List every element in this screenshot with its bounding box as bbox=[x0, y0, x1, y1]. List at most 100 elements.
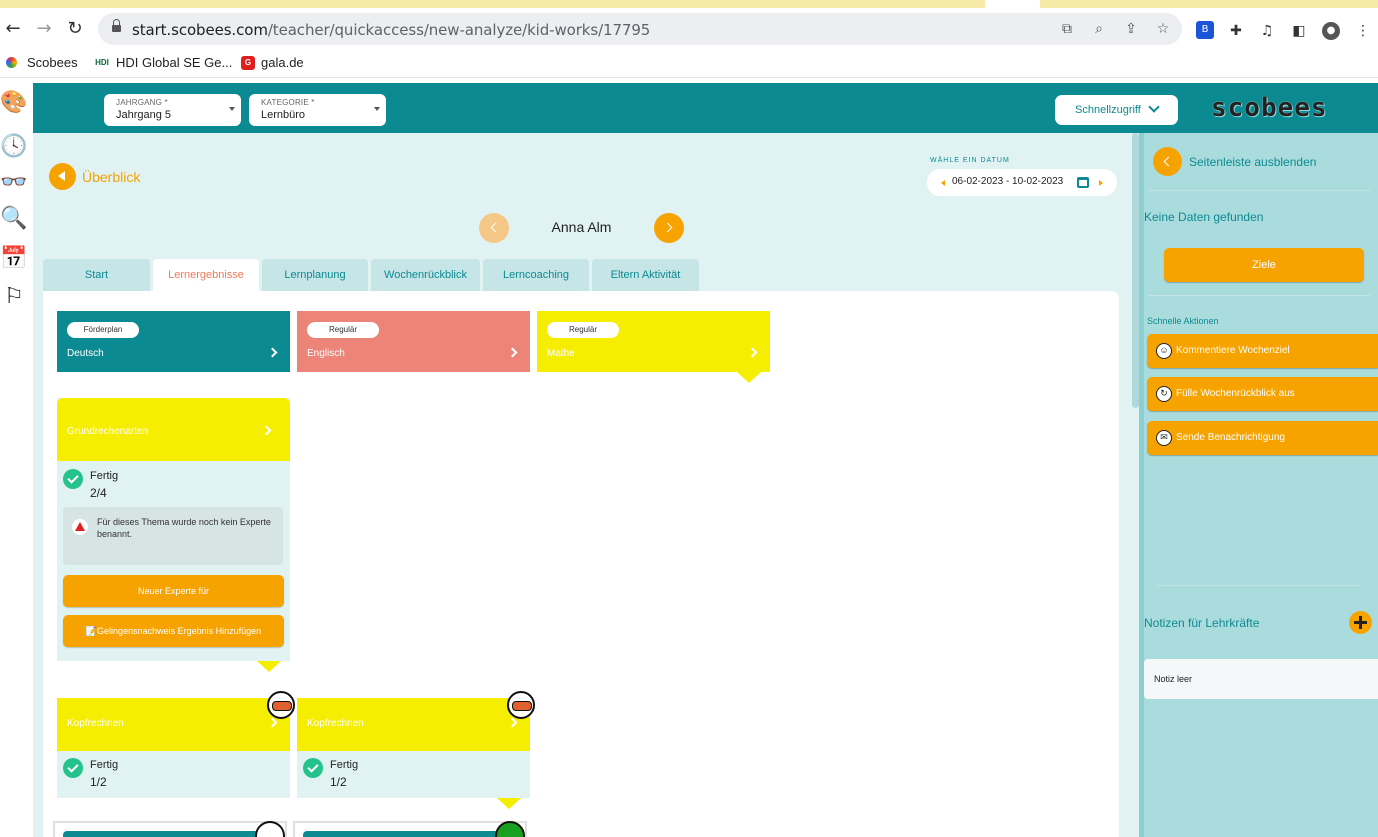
scrollbar-thumb[interactable] bbox=[1132, 133, 1139, 408]
date-picker[interactable]: 06-02-2023 - 10-02-2023 bbox=[927, 169, 1117, 196]
subtopic-card-2: Kopfrechnen Fertig 1/2 bbox=[297, 698, 530, 798]
url-host: start.scobees.com bbox=[132, 21, 268, 39]
active-tab[interactable] bbox=[985, 0, 1040, 8]
subject-card-englisch[interactable]: Regulär Englisch bbox=[297, 311, 530, 372]
menu-dots-icon[interactable]: ⋮ bbox=[1354, 22, 1372, 40]
subtopic-card-1: Kopfrechnen Fertig 1/2 bbox=[57, 698, 290, 798]
chevron-right-icon bbox=[507, 347, 518, 358]
flag-icon[interactable]: ⚐ bbox=[0, 283, 28, 311]
teacher-notes-title: Notizen für Lehrkräfte bbox=[1144, 616, 1260, 630]
expert-badge-icon[interactable] bbox=[267, 691, 295, 719]
next-week-icon[interactable] bbox=[1099, 180, 1103, 186]
back-label[interactable]: Überblick bbox=[82, 169, 140, 185]
add-result-button[interactable]: 📝Gelingensnachweis Ergebnis Hinzufügen bbox=[63, 615, 284, 647]
results-panel: Förderplan Deutsch Regulär Englisch Regu… bbox=[43, 291, 1119, 837]
chevron-right-icon bbox=[507, 717, 518, 728]
quick-access-label: Schnellzugriff bbox=[1075, 104, 1141, 116]
media-icon[interactable]: ♫ bbox=[1258, 22, 1276, 40]
tab-lernplanung[interactable]: Lernplanung bbox=[262, 259, 368, 291]
subject-type-pill: Förderplan bbox=[67, 322, 139, 338]
chevron-down-icon bbox=[1148, 101, 1160, 113]
quick-action-send-notification[interactable]: ✉ Sende Benachrichtigung bbox=[1147, 421, 1378, 455]
scobees-favicon bbox=[6, 57, 17, 68]
extension-icon[interactable]: B bbox=[1196, 21, 1214, 39]
quick-action-label: Sende Benachrichtigung bbox=[1176, 432, 1285, 443]
check-circle-icon bbox=[63, 758, 83, 778]
sidepanel-icon[interactable]: ◧ bbox=[1290, 22, 1308, 40]
divider bbox=[1157, 585, 1361, 586]
forward-arrow-icon[interactable]: → bbox=[33, 18, 55, 40]
scobees-logo: scobees bbox=[1211, 93, 1328, 123]
warning-icon bbox=[72, 519, 88, 535]
new-expert-button[interactable]: Neuer Experte für bbox=[63, 575, 284, 607]
warning-text: Für dieses Thema wurde noch kein Experte… bbox=[97, 517, 271, 539]
status-label: Fertig bbox=[90, 470, 119, 482]
calendar-icon[interactable] bbox=[1077, 177, 1089, 188]
tab-wochenrueckblick[interactable]: Wochenrückblick bbox=[371, 259, 480, 291]
selected-notch bbox=[737, 372, 761, 383]
quick-actions-title: Schnelle Aktionen bbox=[1147, 316, 1219, 326]
open-external-icon[interactable]: ⧉ bbox=[1058, 20, 1076, 38]
profile-avatar[interactable]: ● bbox=[1322, 22, 1340, 40]
bookmark-label: Scobees bbox=[27, 55, 78, 70]
progress-count: 1/2 bbox=[330, 775, 347, 789]
reload-icon[interactable]: ↻ bbox=[64, 18, 86, 40]
tab-start[interactable]: Start bbox=[43, 259, 150, 291]
main-content: Überblick WÄHLE EIN DATUM 06-02-2023 - 1… bbox=[33, 133, 1139, 837]
back-arrow-icon[interactable]: ← bbox=[2, 18, 24, 40]
puzzle-icon[interactable]: ✚ bbox=[1227, 22, 1245, 40]
goals-button[interactable]: Ziele bbox=[1164, 248, 1364, 282]
subject-card-mathe[interactable]: Regulär Mathe bbox=[537, 311, 770, 383]
select-value: Lernbüro bbox=[261, 109, 306, 121]
prev-week-icon[interactable] bbox=[941, 180, 945, 186]
chevron-right-icon bbox=[267, 717, 278, 728]
quick-access-button[interactable]: Schnellzugriff bbox=[1055, 95, 1178, 125]
palette-icon[interactable]: 🎨 bbox=[0, 89, 28, 117]
share-icon[interactable]: ⇪ bbox=[1122, 20, 1140, 38]
bookmark-scobees[interactable]: Scobees bbox=[6, 55, 78, 70]
url-path: /teacher/quickaccess/new-analyze/kid-wor… bbox=[267, 21, 651, 39]
kategorie-select[interactable]: KATEGORIE * Lernbüro bbox=[249, 94, 386, 126]
calendar-icon[interactable]: 📅 bbox=[0, 245, 28, 273]
star-icon[interactable]: ☆ bbox=[1154, 20, 1172, 38]
check-circle-icon bbox=[63, 469, 83, 489]
expert-badge-icon[interactable] bbox=[507, 691, 535, 719]
tab-lernergebnisse[interactable]: Lernergebnisse bbox=[153, 259, 259, 291]
progress-count: 2/4 bbox=[90, 486, 107, 500]
bookmark-gala[interactable]: G gala.de bbox=[241, 55, 304, 70]
quick-action-comment-goal[interactable]: ☺ Kommentiere Wochenziel bbox=[1147, 334, 1378, 368]
magnifier-icon[interactable]: 🔍 bbox=[0, 205, 28, 233]
topic-title: Grundrechenarten bbox=[67, 426, 149, 437]
lesson-card-1-header bbox=[63, 831, 263, 837]
subtopic-header[interactable]: Kopfrechnen bbox=[297, 698, 530, 751]
jahrgang-select[interactable]: JAHRGANG * Jahrgang 5 bbox=[104, 94, 241, 126]
hide-sidebar-label[interactable]: Seitenleiste ausblenden bbox=[1189, 155, 1316, 169]
glasses-icon[interactable]: 👓 bbox=[0, 169, 28, 197]
select-value: Jahrgang 5 bbox=[116, 109, 172, 121]
subtopic-title: Kopfrechnen bbox=[67, 718, 124, 729]
back-button[interactable] bbox=[49, 163, 76, 190]
gala-favicon: G bbox=[241, 55, 255, 70]
subject-card-deutsch[interactable]: Förderplan Deutsch bbox=[57, 311, 290, 372]
lock-icon bbox=[112, 19, 121, 34]
address-bar[interactable]: start.scobees.com/teacher/quickaccess/ne… bbox=[98, 13, 1182, 45]
add-note-button[interactable] bbox=[1349, 611, 1372, 634]
date-range: 06-02-2023 - 10-02-2023 bbox=[952, 176, 1064, 187]
quick-action-weekly-review[interactable]: ↻ Fülle Wochenrückblick aus bbox=[1147, 377, 1378, 411]
subject-name: Mathe bbox=[547, 348, 575, 359]
zoom-icon[interactable]: ⌕ bbox=[1090, 20, 1108, 38]
quick-action-label: Kommentiere Wochenziel bbox=[1176, 345, 1290, 356]
clock-icon[interactable]: 🕓 bbox=[0, 133, 28, 161]
main-scrollbar[interactable] bbox=[1132, 133, 1139, 837]
topic-card-grundrechenarten: Grundrechenarten Fertig 2/4 Für dieses T… bbox=[57, 398, 290, 661]
hide-sidebar-button[interactable] bbox=[1153, 147, 1182, 176]
quick-action-label: Fülle Wochenrückblick aus bbox=[1176, 388, 1295, 399]
prev-student-button[interactable] bbox=[479, 213, 509, 243]
expert-warning: Für dieses Thema wurde noch kein Experte… bbox=[63, 507, 283, 565]
tab-lerncoaching[interactable]: Lerncoaching bbox=[483, 259, 589, 291]
tab-eltern-aktivitaet[interactable]: Eltern Aktivität bbox=[592, 259, 699, 291]
next-student-button[interactable] bbox=[654, 213, 684, 243]
bookmark-hdi[interactable]: HDI HDI Global SE Ge... bbox=[94, 55, 232, 70]
topic-header[interactable]: Grundrechenarten bbox=[57, 398, 290, 461]
subtopic-header[interactable]: Kopfrechnen bbox=[57, 698, 290, 751]
